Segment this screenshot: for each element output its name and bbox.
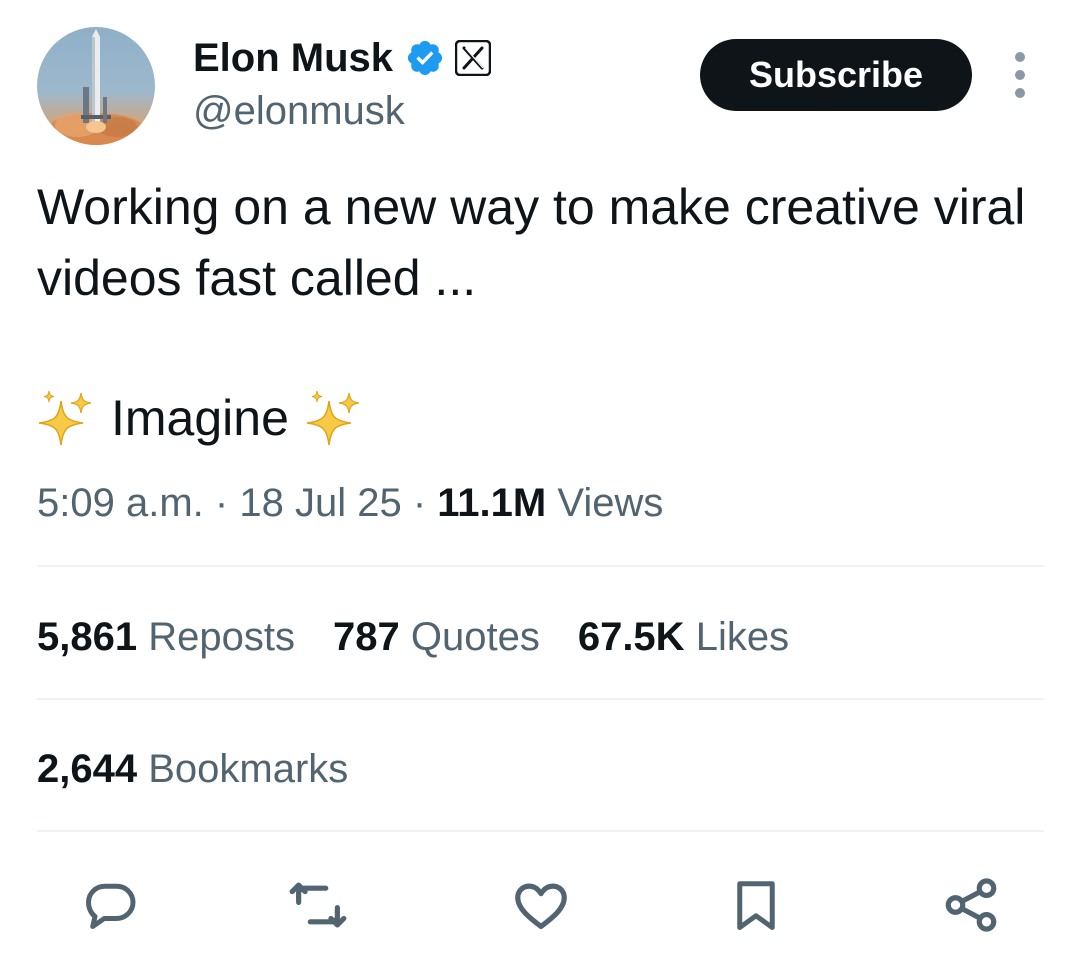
like-icon[interactable] bbox=[508, 872, 574, 938]
bookmarks-count: 2,644 bbox=[37, 747, 138, 791]
user-handle[interactable]: @elonmusk bbox=[193, 86, 405, 136]
more-dot bbox=[1015, 88, 1025, 98]
sparkles-icon bbox=[305, 389, 365, 449]
verified-badge-icon[interactable] bbox=[405, 38, 445, 78]
display-name[interactable]: Elon Musk bbox=[193, 30, 393, 86]
quotes-label: Quotes bbox=[410, 615, 540, 659]
quotes-stat[interactable]: 787 Quotes bbox=[333, 610, 540, 664]
views-label: Views bbox=[557, 481, 664, 525]
more-dot bbox=[1015, 52, 1025, 62]
meta-separator: · bbox=[214, 481, 229, 525]
tweet-date[interactable]: 18 Jul 25 bbox=[239, 481, 401, 525]
reposts-label: Reposts bbox=[148, 615, 295, 659]
sparkles-icon bbox=[37, 389, 97, 449]
tweet-time[interactable]: 5:09 a.m. bbox=[37, 481, 204, 525]
engagement-stats: 5,861 Reposts 787 Quotes 67.5K Likes bbox=[37, 610, 827, 664]
reposts-count: 5,861 bbox=[37, 615, 138, 659]
bookmarks-stat[interactable]: 2,644 Bookmarks bbox=[37, 742, 348, 796]
share-icon[interactable] bbox=[938, 872, 1004, 938]
likes-label: Likes bbox=[695, 615, 790, 659]
reposts-stat[interactable]: 5,861 Reposts bbox=[37, 610, 295, 664]
tweet-highlight-line: Imagine bbox=[37, 383, 365, 454]
divider bbox=[37, 830, 1044, 832]
x-logo-icon[interactable] bbox=[454, 39, 492, 77]
views-count: 11.1M bbox=[437, 481, 547, 525]
avatar[interactable] bbox=[37, 27, 155, 145]
subscribe-button[interactable]: Subscribe bbox=[700, 39, 972, 111]
meta-separator: · bbox=[412, 481, 427, 525]
tweet-meta: 5:09 a.m. · 18 Jul 25 · 11.1M Views bbox=[37, 476, 663, 530]
more-options-icon[interactable] bbox=[1004, 52, 1036, 98]
tweet-text: Working on a new way to make creative vi… bbox=[37, 179, 1026, 306]
author-name-row: Elon Musk bbox=[193, 30, 492, 86]
likes-stat[interactable]: 67.5K Likes bbox=[578, 610, 789, 664]
divider bbox=[37, 698, 1044, 700]
highlight-word: Imagine bbox=[111, 390, 289, 446]
reply-icon[interactable] bbox=[78, 872, 144, 938]
likes-count: 67.5K bbox=[577, 615, 685, 659]
divider bbox=[37, 565, 1044, 567]
action-bar bbox=[0, 872, 1080, 938]
repost-icon[interactable] bbox=[285, 872, 351, 938]
bookmarks-label: Bookmarks bbox=[148, 747, 349, 791]
quotes-count: 787 bbox=[332, 615, 400, 659]
more-dot bbox=[1015, 70, 1025, 80]
bookmark-icon[interactable] bbox=[723, 872, 789, 938]
